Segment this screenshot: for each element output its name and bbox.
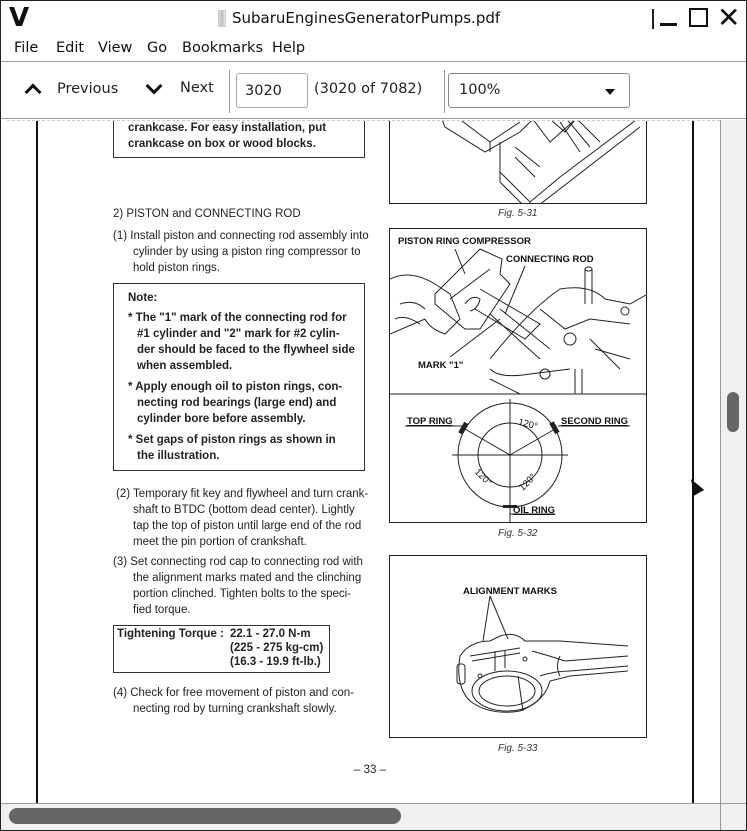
zoom-select[interactable]: 100% <box>448 73 630 108</box>
top-note-box: Apply enough oil to bearing portion of c… <box>113 121 365 158</box>
piston-ring-illustration <box>390 248 646 522</box>
step-3-line: the alignment marks mated and the clinch… <box>133 572 362 584</box>
vertical-scroll-thumb[interactable] <box>727 392 739 432</box>
horizontal-scrollbar[interactable] <box>1 803 746 830</box>
torque-value: (16.3 - 19.9 ft-lb.) <box>230 656 321 668</box>
figure-5-31 <box>389 121 647 204</box>
vertical-scrollbar[interactable] <box>720 120 746 803</box>
step-2-line: meet the pin portion of crankshaft. <box>133 536 307 548</box>
step-2-line: (2) Temporary fit key and flywheel and t… <box>116 488 369 500</box>
step-3-line: (3) Set connecting rod cap to connecting… <box>113 556 363 568</box>
close-icon[interactable]: ✕ <box>717 1 740 35</box>
note-box: Note: * The "1" mark of the connecting r… <box>113 283 365 471</box>
figure-caption: Fig. 5-31 <box>498 208 538 219</box>
connecting-rod-illustration <box>456 595 629 713</box>
label-alignment-marks: ALIGNMENT MARKS <box>463 586 557 597</box>
torque-label: Tightening Torque : <box>117 628 224 640</box>
page-count: (3020 of 7082) <box>314 81 423 97</box>
menu-edit[interactable]: Edit <box>56 40 84 56</box>
next-label: Next <box>180 80 214 96</box>
label-piston-ring-compressor: PISTON RING COMPRESSOR <box>398 236 531 247</box>
minimize-icon[interactable] <box>660 23 677 26</box>
note-line: #1 cylinder and "2" mark for #2 cylin- <box>137 328 340 340</box>
note-line: the illustration. <box>137 450 220 462</box>
document-viewport[interactable]: Apply enough oil to bearing portion of c… <box>7 120 720 803</box>
label-top-ring: TOP RING <box>407 416 453 427</box>
menu-view[interactable]: View <box>98 40 132 56</box>
step-2-line: shaft to BTDC (bottom dead center). Ligh… <box>133 504 355 516</box>
figure-5-33: ALIGNMENT MARKS <box>389 555 647 738</box>
note-line: der should be faced to the flywheel side <box>137 344 355 356</box>
document-icon <box>218 10 226 27</box>
label-mark-1: MARK "1" <box>418 360 464 371</box>
next-button[interactable]: Next <box>145 77 214 96</box>
title-bar: V SubaruEnginesGeneratorPumps.pdf ✕ <box>1 1 746 37</box>
previous-button[interactable]: Previous <box>24 80 119 101</box>
torque-box: Tightening Torque : 22.1 - 27.0 N-m (225… <box>113 625 330 673</box>
window-title: SubaruEnginesGeneratorPumps.pdf <box>232 9 501 27</box>
title-separator <box>652 9 654 29</box>
label-connecting-rod: CONNECTING ROD <box>506 254 594 265</box>
scrollbar-corner <box>720 804 746 830</box>
app-logo-icon: V <box>9 3 30 33</box>
maximize-icon[interactable] <box>689 8 708 27</box>
label-oil-ring: OIL RING <box>513 505 556 516</box>
label-second-ring: SECOND RING <box>561 416 629 427</box>
menu-bar: File Edit View Go Bookmarks Help <box>1 37 746 62</box>
top-note-line: crankcase. For easy installation, put <box>128 122 327 134</box>
note-title: Note: <box>128 292 158 304</box>
step-3-line: portion clinched. Tighten bolts to the s… <box>133 588 351 600</box>
note-line: cylinder bore before assembly. <box>137 413 306 425</box>
step-4-line: (4) Check for free movement of piston an… <box>113 687 354 699</box>
engine-block-illustration <box>442 121 641 203</box>
note-line: when assembled. <box>137 360 233 372</box>
figure-5-32: PISTON RING COMPRESSOR CONNECTING ROD MA… <box>389 228 647 523</box>
previous-label: Previous <box>57 81 119 97</box>
note-line: * The "1" mark of the connecting rod for <box>128 312 347 324</box>
top-note-line: crankcase on box or wood blocks. <box>128 138 316 150</box>
figure-caption: Fig. 5-32 <box>498 528 538 539</box>
note-line: * Set gaps of piston rings as shown in <box>128 434 336 446</box>
page-number-input[interactable] <box>236 73 308 108</box>
toolbar: Previous Next (3020 of 7082) 100% <box>1 62 746 119</box>
horizontal-scroll-thumb[interactable] <box>9 808 401 824</box>
figure-caption: Fig. 5-33 <box>498 743 538 754</box>
toolbar-divider <box>229 70 230 113</box>
note-line: * Apply enough oil to piston rings, con- <box>128 381 343 393</box>
step-4-line: necting rod by turning crankshaft slowly… <box>133 703 337 715</box>
chevron-down-icon <box>145 77 163 95</box>
step-1-line: cylinder by using a piston ring compress… <box>133 246 361 258</box>
note-line: necting rod bearings (large end) and <box>137 397 337 409</box>
page-number: – 33 – <box>354 764 386 776</box>
menu-help[interactable]: Help <box>272 40 305 56</box>
section-heading: 2) PISTON and CONNECTING ROD <box>113 208 301 220</box>
menu-go[interactable]: Go <box>147 40 167 56</box>
menu-file[interactable]: File <box>14 40 38 56</box>
menu-bookmarks[interactable]: Bookmarks <box>182 40 263 56</box>
pdf-page: Apply enough oil to bearing portion of c… <box>36 121 694 803</box>
dropdown-arrow-icon <box>605 89 615 95</box>
step-2-line: tap the top of piston until large end of… <box>133 520 362 532</box>
toolbar-divider <box>444 70 445 113</box>
step-3-line: fied torque. <box>133 604 191 616</box>
zoom-value: 100% <box>459 82 501 98</box>
chevron-up-icon <box>24 83 42 101</box>
step-1-line: hold piston rings. <box>133 262 220 274</box>
step-1-line: (1) Install piston and connecting rod as… <box>113 230 369 242</box>
